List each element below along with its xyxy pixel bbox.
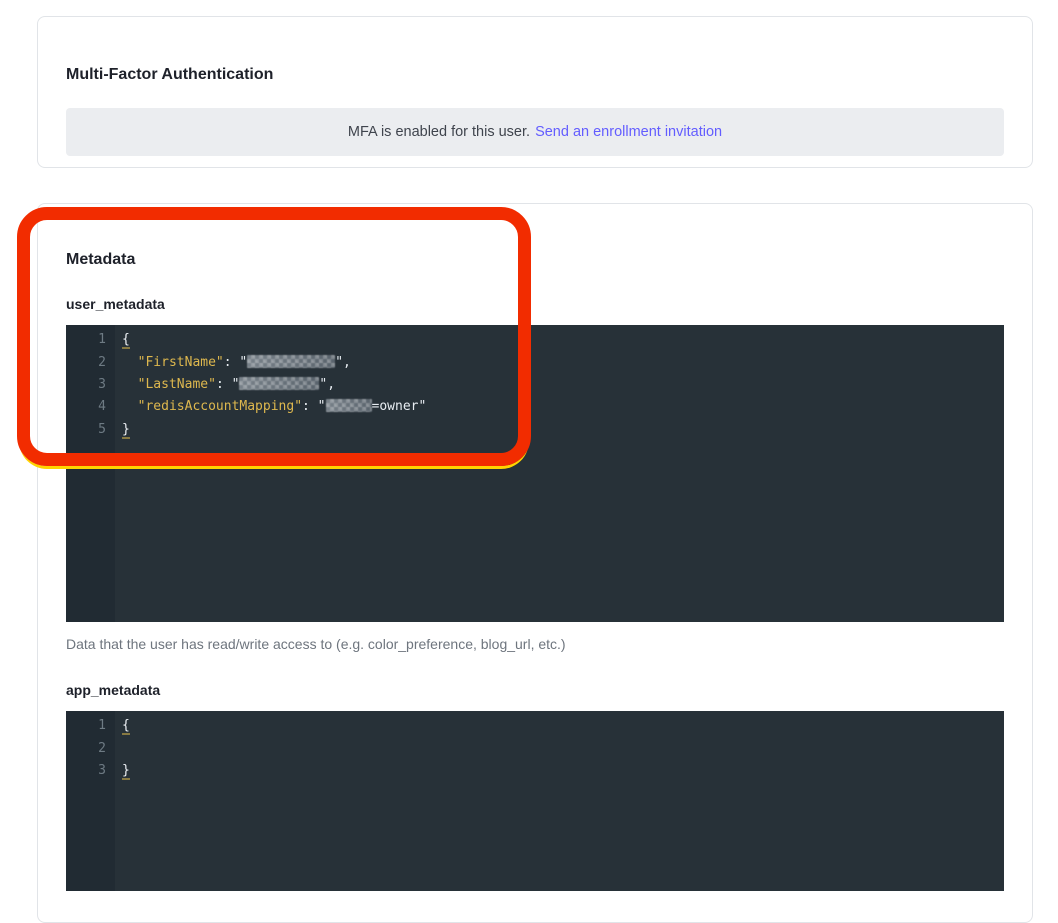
line-number: 3 [66, 760, 106, 782]
json-token: } [122, 763, 130, 780]
json-token: } [122, 422, 130, 439]
json-token: : " [224, 355, 247, 370]
line-number: 2 [66, 738, 106, 760]
json-token [122, 355, 138, 370]
code-line: { [122, 329, 1004, 351]
app-metadata-label: app_metadata [66, 682, 1004, 699]
user-metadata-caption: Data that the user has read/write access… [66, 636, 1004, 653]
json-token [122, 399, 138, 414]
mfa-status-text: MFA is enabled for this user. [348, 124, 530, 140]
user-metadata-label: user_metadata [66, 296, 1004, 313]
line-number: 3 [66, 374, 106, 396]
json-token: ", [319, 377, 335, 392]
redacted-value [239, 377, 319, 390]
code-area[interactable]: { } [115, 711, 1004, 891]
json-token: { [122, 718, 130, 735]
redacted-value [326, 399, 372, 412]
code-line: "FirstName": " ", [122, 352, 1004, 374]
redacted-value [247, 355, 335, 368]
code-gutter: 123 [66, 711, 115, 891]
code-line [122, 738, 1004, 760]
line-number: 4 [66, 396, 106, 418]
mfa-status-banner: MFA is enabled for this user. Send an en… [66, 108, 1004, 156]
metadata-card: Metadata user_metadata 12345 { "FirstNam… [37, 203, 1033, 923]
code-line: "redisAccountMapping": " =owner" [122, 396, 1004, 418]
json-key: "FirstName" [138, 355, 224, 370]
mfa-card: Multi-Factor Authentication MFA is enabl… [37, 16, 1033, 168]
json-token: : " [302, 399, 325, 414]
json-key: "LastName" [138, 377, 216, 392]
line-number: 1 [66, 715, 106, 737]
line-number: 2 [66, 352, 106, 374]
code-line: { [122, 715, 1004, 737]
line-number: 5 [66, 419, 106, 441]
user-metadata-editor[interactable]: 12345 { "FirstName": "", "LastName": "",… [66, 325, 1004, 622]
code-area[interactable]: { "FirstName": "", "LastName": "", "redi… [115, 325, 1004, 622]
code-gutter: 12345 [66, 325, 115, 622]
line-number: 1 [66, 329, 106, 351]
metadata-card-title: Metadata [66, 251, 1004, 269]
json-token [122, 377, 138, 392]
code-line: } [122, 760, 1004, 782]
json-token: : " [216, 377, 239, 392]
code-line: "LastName": " ", [122, 374, 1004, 396]
send-enrollment-invitation-link[interactable]: Send an enrollment invitation [535, 124, 722, 140]
mfa-card-title: Multi-Factor Authentication [66, 66, 1004, 84]
json-token: =owner" [372, 399, 427, 414]
json-key: "redisAccountMapping" [138, 399, 302, 414]
json-token: ", [335, 355, 351, 370]
app-metadata-editor[interactable]: 123 { } [66, 711, 1004, 891]
code-line: } [122, 419, 1004, 441]
json-token: { [122, 332, 130, 349]
